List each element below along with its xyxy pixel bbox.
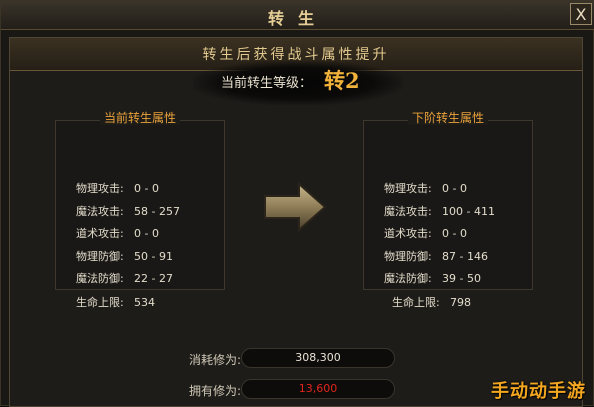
- attr-value: 0 - 0: [442, 227, 467, 240]
- next-attributes-panel: 下阶转生属性 物理攻击: 0 - 0 魔法攻击: 100 - 411 道术攻击: 0 …: [363, 111, 533, 290]
- next-attributes-title: 下阶转生属性: [407, 111, 488, 125]
- attr-value: 58 - 257: [134, 205, 180, 218]
- attr-name: 生命上限:: [76, 296, 124, 309]
- attr-row: 魔法攻击: 100 - 411: [384, 203, 495, 219]
- attr-row: 物理防御: 50 - 91: [76, 248, 173, 264]
- attr-value: 0 - 0: [442, 182, 467, 195]
- attr-row: 道术攻击: 0 - 0: [384, 225, 467, 241]
- attr-name: 物理防御:: [384, 250, 432, 263]
- title-bar[interactable]: 转生 X: [1, 1, 594, 30]
- attr-row: 生命上限: 798: [392, 294, 471, 310]
- arrow-right-icon: [264, 181, 327, 233]
- attr-value: 534: [134, 296, 155, 309]
- current-attributes-panel: 当前转生属性 物理攻击: 0 - 0 魔法攻击: 58 - 257 道术攻击: 0 -…: [55, 111, 225, 290]
- owned-cultivation-label: 拥有修为:: [189, 384, 242, 398]
- attr-value: 87 - 146: [442, 250, 488, 263]
- attr-value: 50 - 91: [134, 250, 173, 263]
- attr-name: 魔法攻击:: [76, 205, 124, 218]
- attr-row: 生命上限: 534: [76, 294, 155, 310]
- attr-name: 物理防御:: [76, 250, 124, 263]
- rebirth-window: 转生 X 转生后获得战斗属性提升 当前转生等级： 转2 当前转生属性 物理攻击:…: [0, 0, 594, 407]
- attr-name: 道术攻击:: [76, 227, 124, 240]
- current-level-value: 转2: [324, 68, 360, 93]
- attr-name: 物理攻击:: [76, 182, 124, 195]
- attr-value: 798: [450, 296, 471, 309]
- attr-name: 魔法防御:: [76, 272, 124, 285]
- watermark-logo: 手动动手游: [491, 381, 586, 402]
- attr-row: 道术攻击: 0 - 0: [76, 225, 159, 241]
- attr-name: 物理攻击:: [384, 182, 432, 195]
- window-title: 转生: [267, 9, 328, 28]
- attr-value: 0 - 0: [134, 182, 159, 195]
- attr-row: 物理攻击: 0 - 0: [76, 180, 159, 196]
- attr-value: 39 - 50: [442, 272, 481, 285]
- attr-name: 魔法防御:: [384, 272, 432, 285]
- attr-row: 物理攻击: 0 - 0: [384, 180, 467, 196]
- current-attributes-title: 当前转生属性: [99, 111, 180, 125]
- attr-name: 魔法攻击:: [384, 205, 432, 218]
- attr-row: 物理防御: 87 - 146: [384, 248, 488, 264]
- current-level-label: 当前转生等级：: [221, 76, 313, 91]
- attr-row: 魔法防御: 39 - 50: [384, 270, 481, 286]
- consume-cultivation-label: 消耗修为:: [189, 353, 242, 367]
- consume-cultivation-value: 308,300: [241, 348, 395, 368]
- attr-name: 生命上限:: [392, 296, 440, 309]
- attr-value: 0 - 0: [134, 227, 159, 240]
- attr-name: 道术攻击:: [384, 227, 432, 240]
- owned-cultivation-value: 13,600: [241, 379, 395, 399]
- attr-row: 魔法攻击: 58 - 257: [76, 203, 180, 219]
- attr-value: 22 - 27: [134, 272, 173, 285]
- attr-value: 100 - 411: [442, 205, 495, 218]
- attr-row: 魔法防御: 22 - 27: [76, 270, 173, 286]
- close-button[interactable]: X: [570, 3, 592, 25]
